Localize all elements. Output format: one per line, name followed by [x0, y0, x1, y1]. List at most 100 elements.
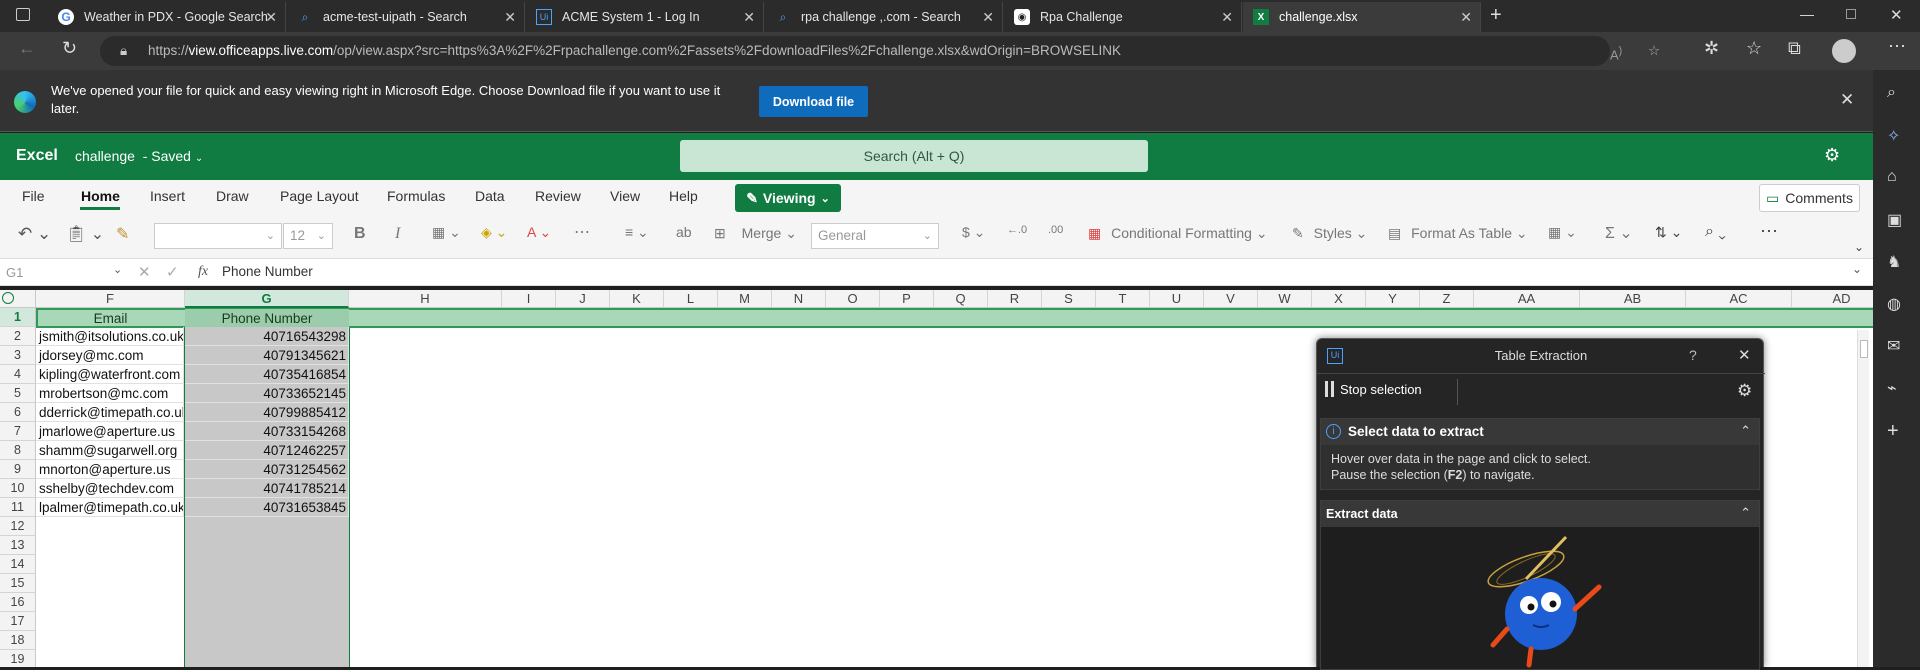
row-header[interactable]: 8: [0, 441, 36, 460]
column-header-ab[interactable]: AB: [1580, 290, 1686, 308]
vertical-scrollbar[interactable]: [1857, 330, 1869, 667]
chevron-up-icon[interactable]: ⌃: [1740, 505, 1751, 521]
column-header-l[interactable]: L: [664, 290, 718, 308]
file-name[interactable]: challenge - Saved ⌄: [75, 148, 203, 164]
phone-cell[interactable]: 40731653845: [185, 498, 349, 517]
add-sidebar-icon[interactable]: +: [1887, 420, 1899, 443]
column-header-r[interactable]: R: [988, 290, 1042, 308]
collapse-ribbon-icon[interactable]: ⌄: [1854, 240, 1864, 254]
column-header-p[interactable]: P: [880, 290, 934, 308]
phone-cell[interactable]: 40741785214: [185, 479, 349, 498]
restore-icon[interactable]: [1846, 9, 1856, 19]
email-cell[interactable]: jmarlowe@aperture.us: [36, 422, 184, 441]
column-header-s[interactable]: S: [1042, 290, 1096, 308]
font-size-select[interactable]: 12 ⌄: [283, 223, 333, 249]
row-header[interactable]: 14: [0, 555, 36, 574]
email-cell[interactable]: mrobertson@mc.com: [36, 384, 184, 403]
send-drop-icon[interactable]: ⌁: [1887, 378, 1897, 398]
stop-selection-button[interactable]: Stop selection: [1325, 381, 1422, 397]
tab-formulas[interactable]: Formulas: [387, 188, 445, 204]
tab-data[interactable]: Data: [475, 188, 505, 204]
decrease-decimal-icon[interactable]: ←.0: [1007, 224, 1027, 236]
format-painter-icon[interactable]: ✎: [116, 224, 129, 244]
email-cell[interactable]: jsmith@itsolutions.co.uk: [36, 327, 184, 346]
row-header[interactable]: 13: [0, 536, 36, 555]
number-format-select[interactable]: General ⌄: [811, 223, 939, 249]
read-aloud-icon[interactable]: A): [1610, 36, 1622, 70]
chevron-down-icon[interactable]: ⌄: [113, 263, 122, 276]
back-icon[interactable]: ←: [18, 38, 36, 59]
games-icon[interactable]: ♞: [1887, 252, 1901, 272]
phone-cell[interactable]: 40716543298: [185, 327, 349, 346]
font-name-select[interactable]: ⌄: [154, 223, 282, 249]
browser-tab[interactable]: ◉ Rpa Challenge ✕: [1004, 2, 1242, 32]
merge-icon[interactable]: ⊞ Merge ⌄: [714, 225, 797, 242]
browser-tab-active[interactable]: X challenge.xlsx ✕: [1243, 2, 1481, 32]
header-cell-email[interactable]: Email: [36, 309, 185, 328]
help-icon[interactable]: ?: [1689, 347, 1697, 363]
row-header[interactable]: 4: [0, 365, 36, 384]
close-panel-icon[interactable]: ✕: [1738, 346, 1751, 364]
download-file-button[interactable]: Download file: [759, 86, 868, 117]
wrap-text-icon[interactable]: ab: [676, 224, 692, 240]
find-icon[interactable]: ⌕ ⌄: [1705, 223, 1726, 241]
extensions-icon[interactable]: ✲: [1704, 38, 1719, 59]
row-header[interactable]: 1: [0, 308, 36, 327]
column-header-z[interactable]: Z: [1420, 290, 1474, 308]
tab-help[interactable]: Help: [669, 188, 698, 204]
email-cell[interactable]: mnorton@aperture.us: [36, 460, 184, 479]
column-header-aa[interactable]: AA: [1474, 290, 1580, 308]
column-header-x[interactable]: X: [1312, 290, 1366, 308]
more-font-icon[interactable]: ⋯: [574, 222, 590, 242]
row-header[interactable]: 18: [0, 631, 36, 650]
profile-avatar[interactable]: [1832, 39, 1856, 63]
enter-icon[interactable]: ✓: [166, 263, 179, 281]
scroll-thumb[interactable]: [1860, 340, 1868, 358]
row-header[interactable]: 15: [0, 574, 36, 593]
clipboard-icon[interactable]: 📋︎ ⌄: [66, 224, 104, 244]
phone-cell[interactable]: 40733652145: [185, 384, 349, 403]
column-header-t[interactable]: T: [1096, 290, 1150, 308]
row-header[interactable]: 11: [0, 498, 36, 517]
tab-view[interactable]: View: [610, 188, 640, 204]
column-header-v[interactable]: V: [1204, 290, 1258, 308]
minimize-icon[interactable]: —: [1800, 6, 1814, 22]
email-cell[interactable]: shamm@sugarwell.org: [36, 441, 184, 460]
column-header-ac[interactable]: AC: [1686, 290, 1792, 308]
close-tab-icon[interactable]: ✕: [982, 9, 994, 26]
phone-cell[interactable]: 40712462257: [185, 441, 349, 460]
align-icon[interactable]: ≡ ⌄: [625, 224, 649, 241]
app-name[interactable]: Excel: [16, 147, 58, 165]
row-header[interactable]: 3: [0, 346, 36, 365]
italic-icon[interactable]: I: [395, 225, 400, 243]
fill-color-icon[interactable]: ◈ ⌄: [481, 224, 507, 241]
email-cell[interactable]: sshelby@techdev.com: [36, 479, 184, 498]
email-cell[interactable]: dderrick@timepath.co.uk: [36, 403, 184, 422]
formula-input[interactable]: Phone Number: [222, 264, 313, 279]
email-cell[interactable]: jdorsey@mc.com: [36, 346, 184, 365]
row-header[interactable]: 16: [0, 593, 36, 612]
email-cell[interactable]: kipling@waterfront.com: [36, 365, 184, 384]
increase-decimal-icon[interactable]: .00: [1048, 224, 1063, 236]
column-header-u[interactable]: U: [1150, 290, 1204, 308]
url-field[interactable]: 🔒︎ https://view.officeapps.live.com/op/v…: [100, 36, 1660, 66]
currency-icon[interactable]: $ ⌄: [962, 224, 985, 241]
header-cell-phone[interactable]: Phone Number: [185, 309, 349, 328]
close-tab-icon[interactable]: ✕: [265, 9, 277, 26]
row-header[interactable]: 9: [0, 460, 36, 479]
search-icon[interactable]: ⌕: [1887, 84, 1896, 102]
panel-settings-icon[interactable]: ⚙: [1737, 381, 1752, 401]
conditional-formatting-button[interactable]: ▦ Conditional Formatting ⌄: [1088, 225, 1268, 242]
excel-search-box[interactable]: Search (Alt + Q): [680, 140, 1148, 172]
column-header-y[interactable]: Y: [1366, 290, 1420, 308]
column-header-g[interactable]: G: [185, 290, 349, 308]
collections-icon[interactable]: ⧉: [1788, 38, 1801, 59]
favorites-icon[interactable]: ☆: [1746, 38, 1762, 59]
browser-tab[interactable]: Ui ACME System 1 - Log In ✕: [526, 2, 764, 32]
phone-cell[interactable]: 40731254562: [185, 460, 349, 479]
shopping-tag-icon[interactable]: ⌂: [1887, 168, 1897, 186]
column-header-h[interactable]: H: [349, 290, 502, 308]
browser-tab[interactable]: ⌕ acme-test-uipath - Search ✕: [287, 2, 525, 32]
phone-cell[interactable]: 40791345621: [185, 346, 349, 365]
settings-gear-icon[interactable]: ⚙: [1824, 145, 1840, 166]
